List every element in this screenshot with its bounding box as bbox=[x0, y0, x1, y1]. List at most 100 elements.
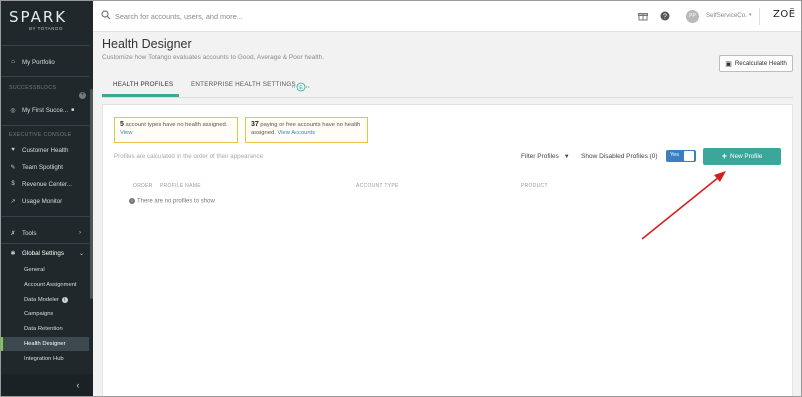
gift-icon[interactable] bbox=[638, 11, 648, 21]
sidebar-item-customer-health[interactable]: ♥ Customer Health bbox=[1, 142, 93, 158]
zoe-assistant-button[interactable]: ZOË bbox=[773, 9, 796, 20]
recalculate-health-button[interactable]: ▣ Recalculate Health bbox=[719, 55, 793, 72]
chevron-right-icon: › bbox=[79, 230, 81, 236]
column-header-profile-name[interactable]: PROFILE NAME bbox=[160, 183, 201, 189]
notice-count: 5 bbox=[120, 121, 124, 128]
sidebar-item-label: Global Settings bbox=[22, 249, 64, 257]
sidebar-divider bbox=[1, 45, 93, 46]
column-header-account-type[interactable]: ACCOUNT TYPE bbox=[356, 183, 399, 189]
search-icon bbox=[101, 10, 111, 20]
empty-message: There are no profiles to show bbox=[137, 198, 215, 205]
spark-logo[interactable]: SPARK BY TOTANGO bbox=[9, 9, 69, 37]
notice-count: 37 bbox=[251, 121, 259, 128]
recalculate-label: Recalculate Health bbox=[734, 60, 787, 67]
sidebar-item-label: Tools bbox=[22, 229, 37, 237]
sidebar-subitem-label: Data Modeler bbox=[24, 297, 59, 303]
sidebar-subitem-data-retention[interactable]: Data Retention bbox=[1, 322, 89, 336]
tab-enterprise-health-settings[interactable]: ENTERPRISE HEALTH SETTINGS bbox=[191, 81, 296, 97]
sidebar-subitem-integration-hub[interactable]: Integration Hub bbox=[1, 352, 89, 366]
sidebar-item-label: My Portfolio bbox=[22, 58, 55, 66]
show-disabled-toggle[interactable]: Yes bbox=[666, 150, 696, 162]
new-profile-label: New Profile bbox=[730, 153, 763, 160]
info-icon: i bbox=[129, 198, 135, 204]
section-label-successblocs: SUCCESSBLOCS bbox=[9, 85, 57, 91]
sidebar-subitem-label: Integration Hub bbox=[24, 356, 64, 362]
notice-unassigned-accounts: 37 paying or free accounts have no healt… bbox=[245, 117, 368, 143]
sidebar-item-label: Revenue Center... bbox=[22, 180, 72, 188]
calendar-icon: ▣ bbox=[725, 60, 732, 68]
sidebar-item-usage-monitor[interactable]: ↗ Usage Monitor bbox=[1, 193, 93, 209]
top-bar: ? PP SelfServiceCo. ▾ ZOË bbox=[93, 1, 801, 32]
sidebar-item-team-spotlight[interactable]: ✎ Team Spotlight bbox=[1, 159, 93, 175]
sidebar-item-label: Usage Monitor bbox=[22, 197, 63, 205]
sidebar-subitem-label: Account Assignment bbox=[24, 282, 77, 288]
sidebar-subitem-label: General bbox=[24, 267, 45, 273]
logo-name: SPARK bbox=[9, 8, 68, 26]
order-note: Profiles are calculated in the order of … bbox=[114, 153, 263, 160]
sidebar-divider bbox=[1, 125, 93, 126]
view-accounts-link[interactable]: View Accounts bbox=[277, 130, 315, 136]
sidebar-subitem-label: Data Retention bbox=[24, 326, 63, 332]
sidebar-subitem-label: Health Designer bbox=[24, 341, 66, 347]
sidebar-subitem-general[interactable]: General bbox=[1, 263, 89, 277]
page-subtitle: Customize how Totango evaluates accounts… bbox=[102, 54, 324, 61]
compass-icon: ◎ bbox=[10, 107, 16, 114]
view-link[interactable]: View bbox=[120, 130, 132, 136]
column-header-order[interactable]: ORDER bbox=[133, 183, 153, 189]
app-window: SPARK BY TOTANGO ⌂ My Portfolio SUCCESSB… bbox=[0, 0, 802, 397]
notice-account-types: 5 account types have no health assigned.… bbox=[114, 117, 238, 143]
page-title: Health Designer bbox=[102, 37, 192, 51]
column-header-product[interactable]: PRODUCT bbox=[521, 183, 548, 189]
chart-line-icon: ↗ bbox=[10, 198, 16, 205]
sidebar-scrollbar-thumb[interactable] bbox=[90, 89, 93, 299]
heart-icon: ♥ bbox=[11, 147, 15, 153]
new-profile-button[interactable]: + New Profile bbox=[703, 148, 781, 165]
sidebar-item-label: My First Succe... bbox=[22, 106, 69, 114]
sidebar-subitem-campaigns[interactable]: Campaigns bbox=[1, 307, 89, 321]
avatar[interactable]: PP bbox=[686, 10, 699, 23]
svg-text:?: ? bbox=[663, 14, 667, 21]
sidebar-item-label: Customer Health bbox=[22, 146, 69, 154]
logo-subtitle: BY TOTANGO bbox=[29, 26, 63, 31]
toggle-label: Yes bbox=[670, 152, 679, 158]
add-successbloc-icon[interactable]: + bbox=[79, 92, 86, 99]
enterprise-badge-icon: E bbox=[292, 82, 310, 92]
search-input[interactable] bbox=[115, 9, 415, 23]
spotlight-icon: ✎ bbox=[10, 164, 16, 171]
empty-state: i There are no profiles to show bbox=[129, 198, 215, 205]
filter-profiles-dropdown[interactable]: Filter Profiles ▼ bbox=[521, 153, 570, 160]
chevron-down-icon: ⌄ bbox=[79, 250, 85, 257]
gear-icon: ✱ bbox=[10, 250, 16, 257]
caret-down-icon[interactable]: ▾ bbox=[749, 12, 752, 18]
profiles-panel bbox=[102, 104, 793, 396]
notice-text: account types have no health assigned. bbox=[125, 122, 228, 128]
caret-down-icon: ▼ bbox=[563, 154, 570, 160]
sidebar-subitem-account-assignment[interactable]: Account Assignment bbox=[1, 278, 89, 292]
sidebar-subitem-label: Campaigns bbox=[24, 311, 54, 317]
sidebar-item-label: Team Spotlight bbox=[22, 163, 63, 171]
wrench-icon: ✗ bbox=[10, 230, 16, 237]
sidebar-item-my-first-success[interactable]: ◎ My First Succe... ■ bbox=[1, 102, 93, 118]
sidebar-item-tools[interactable]: ✗ Tools › bbox=[1, 225, 93, 241]
company-selector[interactable]: SelfServiceCo. bbox=[706, 12, 747, 19]
toggle-knob bbox=[684, 151, 694, 161]
sidebar-item-my-portfolio[interactable]: ⌂ My Portfolio bbox=[1, 54, 93, 70]
lock-icon: ■ bbox=[71, 107, 75, 113]
section-label-executive: EXECUTIVE CONSOLE bbox=[9, 132, 72, 138]
sidebar-subitem-health-designer[interactable]: Health Designer bbox=[1, 337, 89, 351]
collapse-sidebar-button[interactable]: ‹ bbox=[71, 378, 85, 392]
sidebar-subitem-data-modeler[interactable]: Data Modeler i bbox=[1, 293, 89, 307]
filter-label: Filter Profiles bbox=[521, 153, 559, 160]
sidebar-divider bbox=[1, 216, 93, 217]
sidebar-item-global-settings[interactable]: ✱ Global Settings ⌄ bbox=[1, 245, 93, 261]
home-icon: ⌂ bbox=[11, 59, 15, 65]
revenue-icon: $ bbox=[11, 181, 15, 187]
tabs-divider bbox=[102, 97, 793, 98]
sidebar-divider bbox=[1, 76, 93, 77]
help-icon[interactable]: ? bbox=[660, 11, 670, 21]
sidebar-divider bbox=[1, 243, 93, 244]
sidebar-item-revenue-center[interactable]: $ Revenue Center... bbox=[1, 176, 93, 192]
sidebar: SPARK BY TOTANGO ⌂ My Portfolio SUCCESSB… bbox=[1, 1, 93, 396]
topbar-divider bbox=[759, 8, 760, 25]
info-icon: i bbox=[61, 297, 68, 303]
